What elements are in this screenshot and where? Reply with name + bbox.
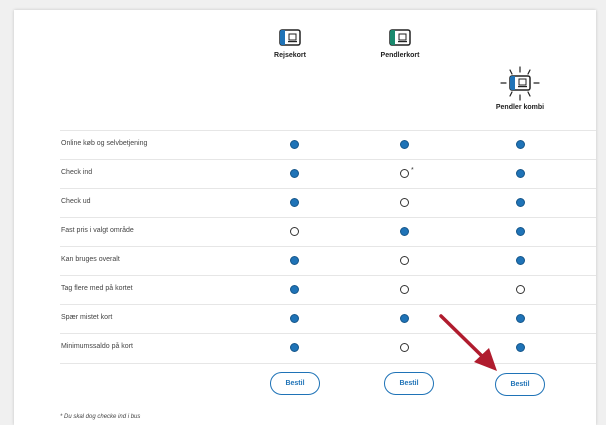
rejsekort-feature-yes [290, 169, 299, 178]
footnote-mark: * [411, 167, 414, 174]
order-rejsekort-button[interactable]: Bestil [270, 372, 320, 395]
feature-label: Spær mistet kort [61, 314, 113, 321]
rejsekort-card-icon [279, 29, 301, 46]
order-pendler-kombi-button[interactable]: Bestil [495, 373, 545, 396]
feature-label: Tag flere med på kortet [61, 285, 133, 292]
pendler-kombi-feature-yes [516, 256, 525, 265]
pendlerkort-feature-no [400, 343, 409, 352]
feature-label: Minimumssaldo på kort [61, 343, 133, 350]
pendler-kombi-card-icon [500, 66, 540, 101]
feature-label: Check ind [61, 169, 93, 176]
feature-row: Tag flere med på kortet [60, 275, 596, 305]
column-header-pendler-kombi: Pendler kombi [465, 66, 575, 111]
feature-label: Online køb og selvbetjening [61, 140, 148, 147]
feature-row: Minimumssaldo på kort [60, 333, 596, 364]
rejsekort-feature-yes [290, 285, 299, 294]
column-title-rejsekort: Rejsekort [274, 52, 306, 59]
pendlerkort-feature-no [400, 169, 409, 178]
pendlerkort-feature-no [400, 198, 409, 207]
rejsekort-feature-no [290, 227, 299, 236]
pendler-kombi-feature-no [516, 285, 525, 294]
feature-row: Kan bruges overalt [60, 246, 596, 276]
pendlerkort-card-icon [389, 29, 411, 46]
feature-label: Check ud [61, 198, 91, 205]
pendler-kombi-feature-yes [516, 140, 525, 149]
rejsekort-feature-yes [290, 140, 299, 149]
column-header-pendlerkort: Pendlerkort [345, 29, 455, 59]
column-title-pendler-kombi: Pendler kombi [495, 104, 545, 111]
feature-label: Kan bruges overalt [61, 256, 120, 263]
feature-row: Fast pris i valgt område [60, 217, 596, 247]
rejsekort-feature-yes [290, 343, 299, 352]
pendlerkort-feature-no [400, 256, 409, 265]
order-pendlerkort-button[interactable]: Bestil [384, 372, 434, 395]
feature-row: Spær mistet kort [60, 304, 596, 334]
pendlerkort-feature-yes [400, 140, 409, 149]
comparison-panel: Rejsekort Pendlerkort Pendler kombi Onli… [14, 10, 596, 425]
column-header-rejsekort: Rejsekort [235, 29, 345, 59]
rejsekort-feature-yes [290, 256, 299, 265]
pendlerkort-feature-yes [400, 227, 409, 236]
pendlerkort-feature-no [400, 285, 409, 294]
feature-row: Check ud [60, 188, 596, 218]
pendler-kombi-feature-yes [516, 314, 525, 323]
pendler-kombi-feature-yes [516, 343, 525, 352]
feature-row: Online køb og selvbetjening [60, 130, 596, 160]
rejsekort-feature-yes [290, 314, 299, 323]
feature-label: Fast pris i valgt område [61, 227, 134, 234]
pendlerkort-feature-yes [400, 314, 409, 323]
pendler-kombi-feature-yes [516, 198, 525, 207]
rejsekort-feature-yes [290, 198, 299, 207]
feature-row: Check ind * [60, 159, 596, 189]
pendler-kombi-feature-yes [516, 227, 525, 236]
footnote: * Du skal dog checke ind i bus [60, 414, 141, 420]
pendler-kombi-feature-yes [516, 169, 525, 178]
column-title-pendlerkort: Pendlerkort [380, 52, 420, 59]
